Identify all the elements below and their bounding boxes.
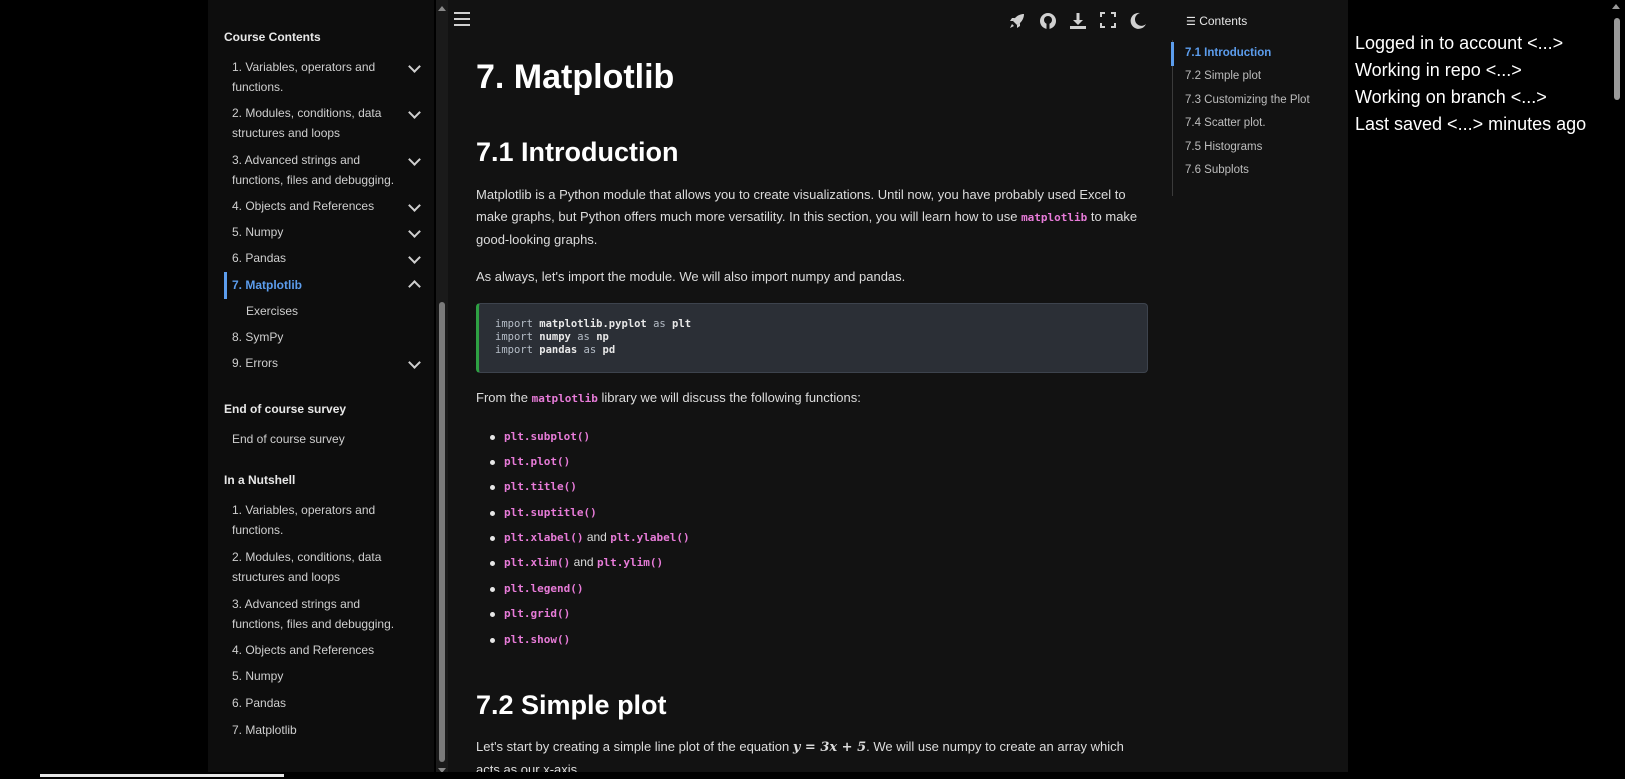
functions-intro-text-b: library we will discuss the following fu… bbox=[597, 390, 861, 405]
bullet-icon bbox=[490, 536, 495, 541]
page-scrollbar[interactable] bbox=[1608, 0, 1625, 779]
chevron-down-icon[interactable] bbox=[408, 225, 421, 238]
left-gutter bbox=[0, 0, 208, 779]
nutshell-item-numpy[interactable]: 5. Numpy bbox=[232, 666, 402, 686]
sidebar-item-modules[interactable]: 2. Modules, conditions, data structures … bbox=[232, 103, 402, 143]
bullet-icon bbox=[490, 587, 495, 592]
menu-icon[interactable] bbox=[453, 12, 471, 30]
functions-intro-text-a: From the bbox=[476, 390, 532, 405]
active-indicator bbox=[224, 272, 227, 299]
bullet-icon bbox=[490, 511, 495, 516]
section-title-survey: End of course survey bbox=[224, 402, 347, 416]
horizontal-scrollbar-thumb[interactable] bbox=[40, 774, 284, 777]
functions-intro-paragraph: From the matplotlib library we will disc… bbox=[476, 387, 1146, 410]
scroll-up-arrow-icon[interactable] bbox=[438, 6, 446, 11]
section-title-course-contents: Course Contents bbox=[224, 30, 321, 44]
list-icon: ☰ bbox=[1186, 16, 1196, 28]
course-sidebar: Course Contents 1. Variables, operators … bbox=[208, 0, 434, 779]
chevron-down-icon[interactable] bbox=[408, 153, 421, 166]
section-title-nutshell: In a Nutshell bbox=[224, 473, 296, 487]
sidebar-item-numpy[interactable]: 5. Numpy bbox=[232, 222, 402, 242]
sidebar-item-objects[interactable]: 4. Objects and References bbox=[232, 196, 402, 216]
toc-item-subplots[interactable]: 7.6 Subplots bbox=[1185, 164, 1249, 176]
code-block[interactable]: import matplotlib.pyplot as plt import n… bbox=[476, 303, 1148, 373]
bottom-edge bbox=[0, 772, 1625, 779]
scroll-up-arrow-icon[interactable] bbox=[1612, 4, 1620, 9]
toc-item-customizing[interactable]: 7.3 Customizing the Plot bbox=[1185, 94, 1310, 106]
toc-title: Contents bbox=[1199, 14, 1248, 28]
page-toc: ☰ Contents 7.1 Introduction 7.2 Simple p… bbox=[1168, 0, 1348, 779]
github-icon[interactable] bbox=[1039, 12, 1057, 30]
status-repo: Working in repo <...> bbox=[1355, 60, 1522, 80]
sidebar-item-errors[interactable]: 9. Errors bbox=[232, 353, 402, 373]
sidebar-item-exercises[interactable]: Exercises bbox=[246, 301, 416, 321]
toc-header: ☰ Contents bbox=[1186, 14, 1247, 28]
fullscreen-icon[interactable] bbox=[1099, 12, 1117, 30]
chevron-up-icon[interactable] bbox=[408, 280, 421, 293]
moon-icon[interactable] bbox=[1129, 12, 1147, 30]
sidebar-scrollbar[interactable] bbox=[436, 0, 448, 779]
chevron-down-icon[interactable] bbox=[408, 60, 421, 73]
status-account: Logged in to account <...> bbox=[1355, 33, 1564, 53]
inline-code: matplotlib bbox=[1021, 211, 1088, 224]
sidebar-item-variables[interactable]: 1. Variables, operators and functions. bbox=[232, 57, 402, 97]
main-content: 7. Matplotlib 7.1 Introduction Matplotli… bbox=[448, 0, 1168, 779]
sidebar-item-sympy[interactable]: 8. SymPy bbox=[232, 327, 402, 347]
nutshell-item-modules[interactable]: 2. Modules, conditions, data structures … bbox=[232, 547, 402, 587]
bullet-icon bbox=[490, 435, 495, 440]
toc-item-simple-plot[interactable]: 7.2 Simple plot bbox=[1185, 70, 1261, 82]
status-last-saved: Last saved <...> minutes ago bbox=[1355, 114, 1587, 134]
sidebar-item-matplotlib[interactable]: 7. Matplotlib bbox=[232, 275, 402, 295]
heading-introduction: 7.1 Introduction bbox=[476, 137, 679, 167]
bullet-icon bbox=[490, 612, 495, 617]
chevron-down-icon[interactable] bbox=[408, 251, 421, 264]
scrollbar-thumb[interactable] bbox=[1614, 18, 1620, 100]
status-branch: Working on branch <...> bbox=[1355, 87, 1547, 107]
toc-item-histograms[interactable]: 7.5 Histograms bbox=[1185, 141, 1262, 153]
sidebar-item-pandas[interactable]: 6. Pandas bbox=[232, 248, 402, 268]
status-overlay: Logged in to account <...> Working in re… bbox=[1348, 0, 1608, 779]
download-icon[interactable] bbox=[1069, 12, 1087, 30]
bullet-icon bbox=[490, 460, 495, 465]
heading-simple-plot: 7.2 Simple plot bbox=[476, 690, 667, 720]
sidebar-item-advanced-strings[interactable]: 3. Advanced strings and functions, files… bbox=[232, 150, 402, 190]
intro-paragraph: Matplotlib is a Python module that allow… bbox=[476, 184, 1146, 251]
toc-item-scatter[interactable]: 7.4 Scatter plot. bbox=[1185, 117, 1266, 129]
equation: y = 3x + 5 bbox=[792, 740, 867, 755]
nutshell-item-pandas[interactable]: 6. Pandas bbox=[232, 693, 402, 713]
toc-active-indicator bbox=[1171, 42, 1174, 66]
scrollbar-thumb[interactable] bbox=[439, 302, 445, 762]
code-content: import matplotlib.pyplot as plt import n… bbox=[495, 318, 692, 356]
bullet-icon bbox=[490, 485, 495, 490]
page-title: 7. Matplotlib bbox=[476, 58, 675, 96]
chevron-down-icon[interactable] bbox=[408, 106, 421, 119]
simple-plot-text-a: Let's start by creating a simple line pl… bbox=[476, 739, 793, 754]
sidebar-item-survey[interactable]: End of course survey bbox=[232, 429, 402, 449]
inline-code: matplotlib bbox=[531, 392, 598, 405]
nutshell-item-objects[interactable]: 4. Objects and References bbox=[232, 640, 402, 660]
rocket-icon[interactable] bbox=[1008, 12, 1026, 30]
bullet-icon bbox=[490, 638, 495, 643]
chevron-down-icon[interactable] bbox=[408, 199, 421, 212]
nutshell-item-advanced-strings[interactable]: 3. Advanced strings and functions, files… bbox=[232, 594, 402, 634]
nutshell-item-matplotlib[interactable]: 7. Matplotlib bbox=[232, 720, 402, 740]
chevron-down-icon[interactable] bbox=[408, 356, 421, 369]
import-paragraph: As always, let's import the module. We w… bbox=[476, 269, 906, 284]
toc-item-introduction[interactable]: 7.1 Introduction bbox=[1185, 47, 1271, 59]
bullet-icon bbox=[490, 561, 495, 566]
nutshell-item-variables[interactable]: 1. Variables, operators and functions. bbox=[232, 500, 402, 540]
